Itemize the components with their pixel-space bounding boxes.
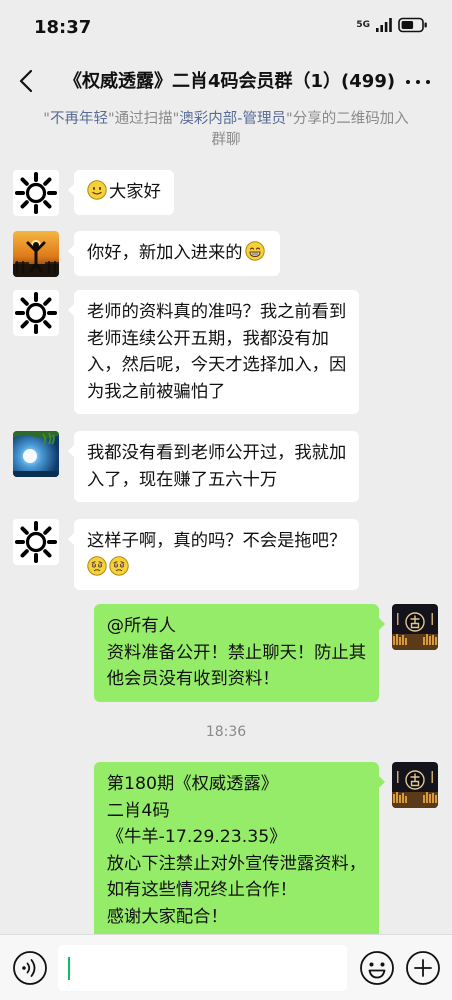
text-cursor bbox=[68, 957, 70, 980]
message-text: @所有人 bbox=[106, 616, 176, 636]
brand-avatar-image bbox=[392, 604, 438, 650]
message-input[interactable] bbox=[58, 945, 347, 991]
message-text: 我都没有看到老师公开过，我就加 bbox=[87, 443, 347, 463]
message-text: 入了，现在赚了五六十万 bbox=[87, 469, 278, 490]
grin-emoji bbox=[245, 241, 265, 261]
message-bubble[interactable]: 你好，新加入进来的 bbox=[68, 231, 280, 276]
avatar[interactable] bbox=[392, 604, 438, 650]
brand-avatar-image bbox=[392, 762, 438, 808]
message-bubble[interactable]: 这样子啊，真的吗？不会是拖吧？ bbox=[67, 519, 360, 590]
message-text: 他会员没有收到资料！ bbox=[106, 669, 280, 689]
message-bubble[interactable]: 第180期《权威透露》 二肖4码 《牛羊-17.29.23.35》 放心下注禁止… bbox=[93, 762, 386, 939]
message-text: 为我之前被骗怕了 bbox=[87, 381, 226, 402]
worried-emoji bbox=[109, 556, 129, 576]
avatar[interactable] bbox=[13, 170, 59, 216]
message-text: 入，然后呢，今天才选择加入，因 bbox=[87, 355, 347, 375]
system-text-1: " bbox=[43, 111, 50, 127]
worried-emoji bbox=[87, 556, 107, 576]
plus-icon[interactable] bbox=[405, 950, 441, 986]
avatar[interactable] bbox=[392, 762, 438, 808]
message-line: 你好，新加入进来的 bbox=[87, 240, 267, 267]
sun-avatar-image bbox=[13, 290, 59, 336]
signal-icon bbox=[376, 18, 392, 32]
message-text: 大家好 bbox=[109, 182, 161, 202]
avatar[interactable] bbox=[13, 290, 59, 336]
moon-avatar-image bbox=[13, 431, 59, 477]
status-indicators: 5G bbox=[356, 17, 428, 33]
message-line: 大家好 bbox=[87, 179, 161, 206]
message-bubble[interactable]: 大家好 bbox=[68, 170, 174, 215]
avatar[interactable] bbox=[13, 519, 59, 565]
group-title: 《权威透露》二肖4码会员群（1）(499) bbox=[64, 71, 396, 92]
network-label: 5G bbox=[356, 19, 370, 30]
message-bubble[interactable]: 我都没有看到老师公开过，我就加 入了，现在赚了五六十万 bbox=[67, 431, 360, 502]
voice-icon[interactable] bbox=[12, 950, 48, 986]
status-bar: 18:37 5G bbox=[0, 0, 452, 56]
chevron-left-icon[interactable] bbox=[16, 68, 40, 94]
status-time: 18:37 bbox=[34, 17, 92, 38]
avatar[interactable] bbox=[13, 231, 59, 277]
smile-emoji bbox=[87, 180, 107, 200]
message-text: 《牛羊-17.29.23.35》 bbox=[106, 827, 287, 847]
message-text: 资料准备公开！禁止聊天！防止其 bbox=[106, 642, 366, 663]
message-text: 第180期《权威透露》 bbox=[106, 774, 279, 794]
message-text: 感谢大家配合！ bbox=[106, 906, 228, 927]
message-line bbox=[87, 555, 346, 582]
message-bubble[interactable]: 老师的资料真的准吗？我之前看到 老师连续公开五期，我都没有加 入，然后呢，今天才… bbox=[67, 290, 360, 414]
system-join-notice: "不再年轻"通过扫描"澳彩内部-管理员"分享的二维码加入群聊 bbox=[40, 109, 412, 151]
message-bubble[interactable]: @所有人 资料准备公开！禁止聊天！防止其 他会员没有收到资料！ bbox=[93, 604, 386, 702]
more-dots-icon[interactable] bbox=[404, 68, 432, 94]
inviter-link[interactable]: 不再年轻 bbox=[50, 111, 108, 127]
chat-input-bar bbox=[0, 934, 452, 1000]
message-text: 老师的资料真的准吗？我之前看到 bbox=[87, 302, 347, 322]
time-divider: 18:36 bbox=[205, 724, 247, 740]
message-text: 二肖4码 bbox=[106, 800, 170, 821]
sharer-link[interactable]: 澳彩内部-管理员 bbox=[179, 111, 286, 127]
chat-header: 《权威透露》二肖4码会员群（1）(499) bbox=[0, 56, 452, 106]
message-text: 如有这些情况终止合作！ bbox=[106, 880, 297, 900]
sun-avatar-image bbox=[13, 170, 59, 216]
message-text: 这样子啊，真的吗？不会是拖吧？ bbox=[87, 531, 347, 551]
system-text-2: "通过扫描" bbox=[107, 111, 180, 127]
emoji-icon[interactable] bbox=[359, 950, 395, 986]
sunset-avatar-image bbox=[13, 231, 59, 277]
message-text: 老师连续公开五期，我都没有加 bbox=[87, 328, 329, 349]
avatar[interactable] bbox=[13, 431, 59, 477]
message-text: 放心下注禁止对外宣传泄露资料， bbox=[106, 853, 366, 874]
battery-icon bbox=[398, 17, 427, 33]
sun-avatar-image bbox=[13, 519, 59, 565]
message-text: 你好，新加入进来的 bbox=[87, 243, 243, 263]
